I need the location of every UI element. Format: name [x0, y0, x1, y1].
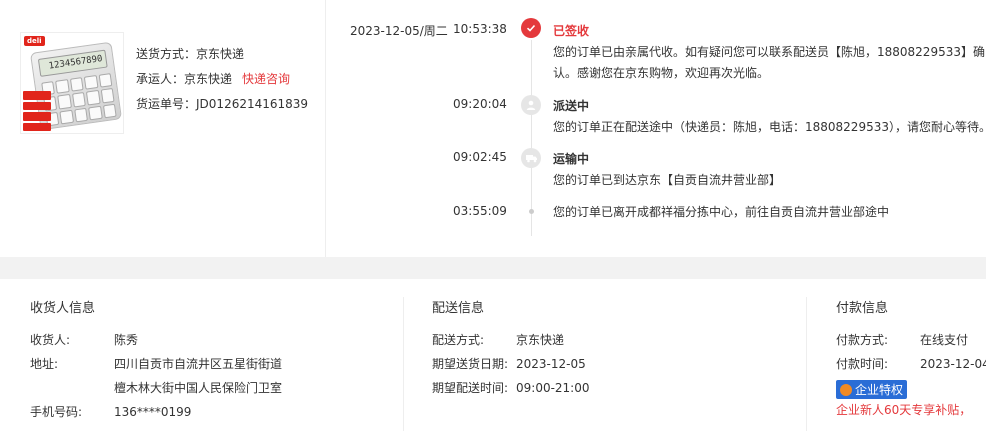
event-title: 已签收	[553, 24, 590, 38]
event-desc: 您的订单已由亲属代收。如有疑问您可以联系配送员【陈旭，18808229533】确…	[553, 45, 985, 80]
address-line-1: 四川自贡市自流井区五星街街道	[114, 357, 283, 371]
section-separator	[0, 257, 986, 279]
event-title: 派送中	[553, 99, 590, 113]
logistics-panel: deli 1234567890 送货方式：京东快递 承运人：京东快递 快递咨询 货…	[0, 0, 986, 257]
product-image[interactable]: deli 1234567890	[20, 32, 124, 134]
ship-method-row: 送货方式：京东快递	[136, 42, 308, 67]
courier-consult-link[interactable]: 快递咨询	[242, 72, 290, 86]
event-time: 09:20:04	[453, 97, 507, 111]
event-time: 09:02:45	[453, 150, 507, 164]
carrier-label: 承运人：	[136, 72, 185, 86]
enterprise-promo-text[interactable]: 企业新人60天专享补贴，	[836, 401, 986, 418]
tracking-row: 货运单号：JD0126214161839	[136, 92, 308, 117]
payment-method-label: 付款方式:	[836, 333, 889, 347]
event-desc: 您的订单正在配送途中（快递员：陈旭，电话：18808229533），请您耐心等待…	[553, 120, 986, 134]
truck-icon	[521, 148, 541, 168]
order-info-panel: 收货人信息 收货人: 陈秀 地址: 四川自贡市自流井区五星街街道 檀木林大街中国人民…	[0, 279, 986, 431]
column-divider	[806, 297, 807, 431]
enterprise-badge[interactable]: 企业特权	[836, 380, 908, 399]
expected-date-label: 期望送货日期:	[432, 357, 509, 371]
address-label: 地址:	[30, 357, 59, 371]
delivery-method-label: 配送方式:	[432, 333, 485, 347]
event-time: 10:53:38	[453, 22, 507, 36]
carrier-row: 承运人：京东快递 快递咨询	[136, 67, 308, 92]
tracking-label: 货运单号：	[136, 97, 197, 111]
carrier-value: 京东快递	[184, 72, 233, 86]
timeline-date: 2023-12-05/周二	[350, 24, 448, 38]
brand-logo: deli	[24, 36, 45, 46]
calculator-keys	[41, 73, 117, 127]
expected-time: 09:00-21:00	[516, 381, 590, 395]
shipping-info: 送货方式：京东快递 承运人：京东快递 快递咨询 货运单号：JD0126214161…	[136, 42, 308, 117]
event-desc: 您的订单已到达京东【自贡自流井营业部】	[553, 173, 782, 187]
payment-time: 2023-12-04	[920, 357, 986, 371]
event-desc: 您的订单已离开成都祥福分拣中心，前往自贡自流井营业部途中	[553, 205, 890, 219]
delivery-info: 配送信息 配送方式: 京东快递 期望送货日期: 2023-12-05 期望配送时间:…	[432, 297, 590, 400]
ship-method-label: 送货方式：	[136, 47, 197, 61]
receiver-info: 收货人信息 收货人: 陈秀 地址: 四川自贡市自流井区五星街街道 檀木林大街中国人民…	[30, 297, 282, 424]
address-line-2: 檀木林大街中国人民保险门卫室	[114, 381, 283, 395]
calculator-display: 1234567890	[37, 49, 108, 77]
delivery-heading: 配送信息	[432, 301, 485, 316]
promo-tags	[23, 91, 51, 131]
receiver-heading: 收货人信息	[30, 301, 96, 316]
timeline-line	[531, 40, 532, 236]
phone-label: 手机号码:	[30, 405, 83, 419]
courier-icon	[521, 95, 541, 115]
check-icon	[521, 18, 541, 38]
enterprise-badge-label: 企业特权	[855, 383, 904, 397]
enterprise-icon	[840, 383, 852, 396]
payment-heading: 付款信息	[836, 301, 889, 316]
event-title: 运输中	[553, 152, 590, 166]
expected-date: 2023-12-05	[516, 357, 586, 371]
event-time: 03:55:09	[453, 204, 507, 218]
delivery-method: 京东快递	[516, 333, 565, 347]
receiver-name: 陈秀	[114, 333, 139, 347]
receiver-name-label: 收货人:	[30, 333, 71, 347]
phone-number: 136****0199	[114, 405, 192, 419]
vertical-divider	[325, 0, 326, 257]
timeline-dot-icon	[529, 209, 534, 214]
ship-method-value: 京东快递	[196, 47, 245, 61]
expected-time-label: 期望配送时间:	[432, 381, 509, 395]
payment-method: 在线支付	[920, 333, 969, 347]
payment-info: 付款信息 付款方式: 在线支付 付款时间: 2023-12-04 企业特权 企业新人…	[836, 297, 986, 418]
column-divider	[403, 297, 404, 431]
payment-time-label: 付款时间:	[836, 357, 889, 371]
tracking-number: JD0126214161839	[196, 97, 309, 111]
